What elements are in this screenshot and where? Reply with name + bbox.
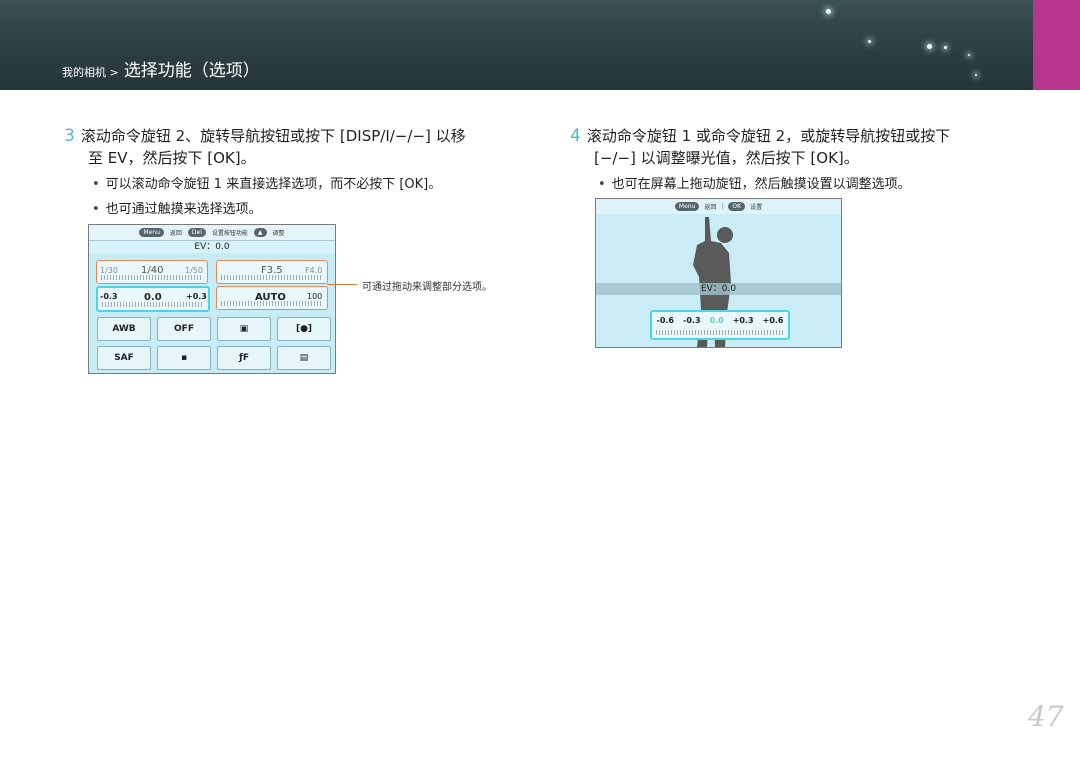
step4-line2: [−/−] 以调整曝光值，然后按下 [OK]。 — [594, 149, 859, 167]
step3-bullet-1: 可以滚动命令旋钮 1 来直接选择选项，而不必按下 [OK]。 — [92, 176, 442, 194]
dial-ticks — [656, 330, 784, 335]
menu-button[interactable]: Menu — [674, 202, 700, 211]
set-label: 设置 — [750, 204, 763, 211]
sparkle — [975, 74, 977, 76]
dial-ticks — [221, 275, 323, 280]
accent-tab — [1033, 0, 1080, 90]
reset-label: 设置按钮功能 — [211, 230, 248, 237]
step-number: 3 — [64, 126, 75, 146]
dial-ticks — [221, 301, 323, 306]
sparkle — [927, 44, 932, 49]
ev-values: -0.6 -0.3 0.0 +0.3 +0.6 — [652, 316, 788, 325]
shutter-next: 1/50 — [185, 266, 203, 275]
del-button[interactable]: Del — [187, 228, 206, 237]
step-text: 滚动命令旋钮 1 或命令旋钮 2，或旋转导航按钮或按下 — [586, 127, 951, 145]
focus-area-button[interactable]: ▪ — [157, 346, 211, 370]
step4-bullet-1: 也可在屏幕上拖动旋钮，然后触摸设置以调整选项。 — [598, 176, 911, 194]
camera-screen-ev: Menu 返回 | OK 设置 EV：0.0 -0.6 -0.3 0.0 +0.… — [595, 198, 842, 348]
ev-value-label: EV：0.0 — [596, 283, 841, 295]
ev-prev: -0.3 — [100, 292, 118, 301]
shutter-dial[interactable]: 1/30 1/40 1/50 — [96, 260, 208, 284]
picture-wizard-button[interactable]: ▤ — [277, 346, 331, 370]
back-label: 返回 — [704, 204, 717, 211]
ok-button[interactable]: OK — [728, 202, 746, 211]
metering-button[interactable]: [●] — [277, 317, 331, 341]
ev-option-current[interactable]: 0.0 — [710, 316, 724, 325]
breadcrumb: 我的相机 > 选择功能（选项） — [62, 56, 260, 81]
breadcrumb-parent[interactable]: 我的相机 > — [62, 66, 119, 79]
step3-line2: 至 EV，然后按下 [OK]。 — [88, 149, 256, 167]
dial-ticks — [102, 302, 204, 307]
step-number: 4 — [570, 126, 581, 146]
sparkle — [826, 9, 831, 14]
menu-button[interactable]: Menu — [139, 228, 164, 237]
white-balance-button[interactable]: AWB — [97, 317, 151, 341]
sparkle — [944, 46, 947, 49]
page-number: 47 — [1028, 700, 1064, 733]
flash-off-button[interactable]: OFF — [157, 317, 211, 341]
shutter-prev: 1/30 — [100, 266, 118, 275]
callout-text: 可通过拖动来调整部分选项。 — [362, 282, 492, 293]
screen-topbar: Menu 返回 Del 设置按钮功能 ▲ 调整 — [89, 225, 335, 241]
focus-mode-button[interactable]: SAF — [97, 346, 151, 370]
display-label: 调整 — [272, 230, 285, 237]
back-label: 返回 — [169, 230, 182, 237]
callout-line — [327, 284, 357, 285]
ev-option[interactable]: -0.6 — [657, 316, 675, 325]
ev-option[interactable]: +0.6 — [763, 316, 784, 325]
step3-line1: 3 滚动命令旋钮 2、旋转导航按钮或按下 [DISP/I/−/−] 以移 — [64, 126, 466, 146]
step-text: 滚动命令旋钮 2、旋转导航按钮或按下 [DISP/I/−/−] 以移 — [80, 127, 466, 145]
ev-dial[interactable]: -0.3 0.0 +0.3 — [96, 286, 210, 312]
flash-button[interactable]: ƒF — [217, 346, 271, 370]
aperture-dial[interactable]: F3.5 F4.0 — [216, 260, 328, 284]
iso-next: 100 — [307, 292, 323, 301]
ev-option[interactable]: -0.3 — [683, 316, 701, 325]
sparkle — [868, 40, 871, 43]
ev-next: +0.3 — [186, 292, 207, 301]
dial-ticks — [101, 275, 203, 280]
sparkle — [968, 54, 970, 56]
drive-button[interactable]: ▣ — [217, 317, 271, 341]
screen-topbar: Menu 返回 | OK 设置 — [596, 199, 841, 214]
ev-dial[interactable]: -0.6 -0.3 0.0 +0.3 +0.6 — [650, 310, 790, 340]
aperture-next: F4.0 — [305, 266, 323, 275]
step3-bullet-2: 也可通过触摸来选择选项。 — [92, 201, 262, 219]
divider: | — [721, 203, 724, 210]
ev-option[interactable]: +0.3 — [733, 316, 754, 325]
iso-dial[interactable]: AUTO 100 — [216, 286, 328, 310]
display-button[interactable]: ▲ — [253, 228, 267, 237]
ev-value-label: EV：0.0 — [89, 241, 335, 253]
breadcrumb-current: 选择功能（选项） — [123, 61, 260, 81]
step4-line1: 4 滚动命令旋钮 1 或命令旋钮 2，或旋转导航按钮或按下 — [570, 126, 950, 146]
camera-screen-smart-panel: Menu 返回 Del 设置按钮功能 ▲ 调整 EV：0.0 1/30 1/40… — [88, 224, 336, 374]
